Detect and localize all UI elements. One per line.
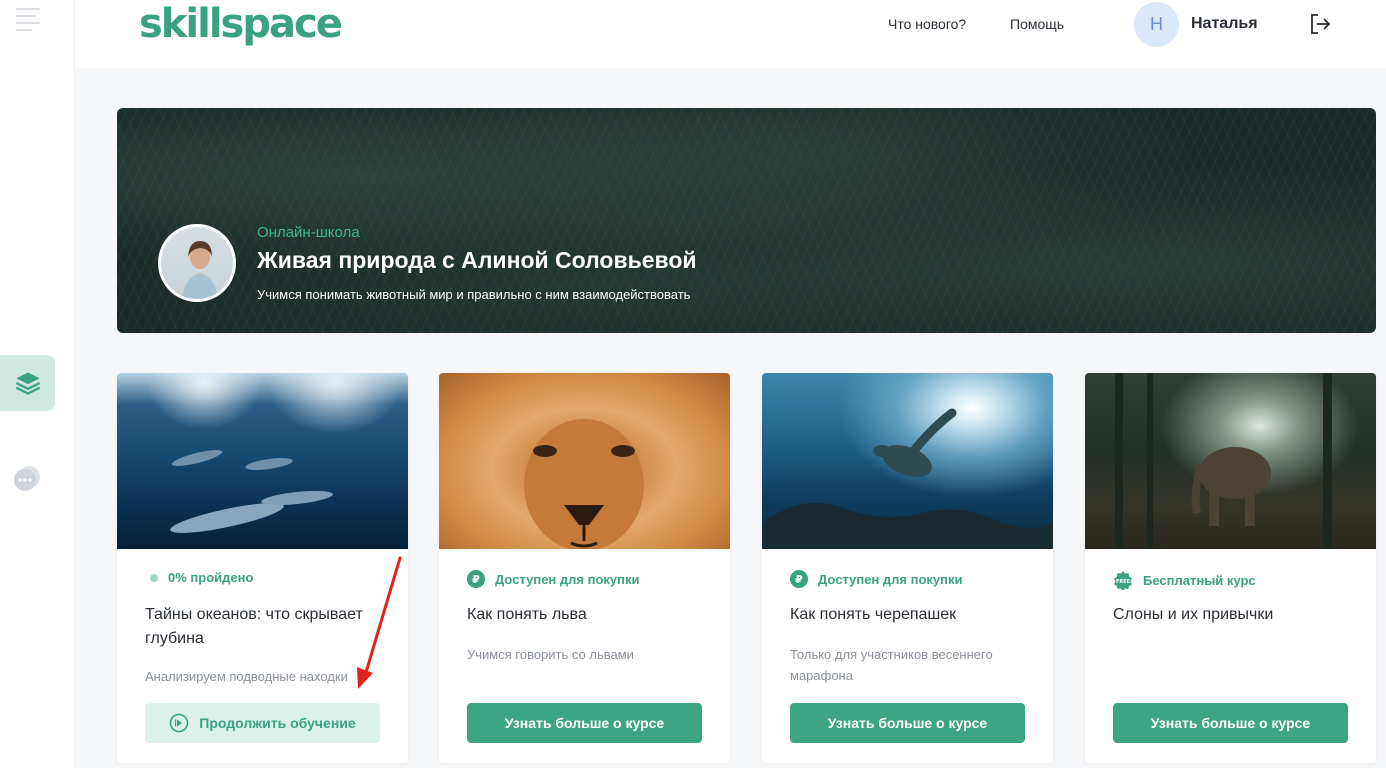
course-card[interactable]: FREE Бесплатный курс Слоны и их привычки…: [1085, 373, 1376, 763]
course-status: FREE Бесплатный курс: [1113, 570, 1256, 590]
courses-nav-button[interactable]: [0, 355, 55, 411]
annotation-arrow: [357, 556, 402, 689]
course-status: 0% пройдено: [145, 570, 253, 585]
left-sidebar: [0, 0, 75, 768]
logo[interactable]: skillspace: [139, 0, 343, 48]
course-image[interactable]: [1085, 373, 1376, 549]
course-title[interactable]: Слоны и их привычки: [1113, 603, 1353, 627]
top-header: skillspace Что нового? Помощь Н Наталья: [75, 0, 1386, 68]
course-card[interactable]: ₽ Доступен для покупки Как понять черепа…: [762, 373, 1053, 763]
svg-text:FREE: FREE: [1116, 579, 1131, 585]
course-description: Только для участников весеннего марафона: [790, 647, 993, 683]
chat-nav-button[interactable]: [12, 464, 42, 494]
school-banner: Онлайн-школа Живая природа с Алиной Соло…: [117, 108, 1376, 333]
course-description: Анализируем подводные находки: [145, 669, 348, 684]
progress-dot: [150, 573, 158, 582]
course-card[interactable]: ₽ Доступен для покупки Как понять льва У…: [439, 373, 730, 763]
school-title: Живая природа с Алиной Соловьевой: [257, 247, 697, 273]
course-title[interactable]: Как понять черепашек: [790, 603, 1030, 627]
play-circle-icon: [169, 713, 189, 733]
learn-more-button[interactable]: Узнать больше о курсе: [1113, 703, 1348, 743]
course-status: ₽ Доступен для покупки: [467, 570, 639, 588]
user-avatar[interactable]: Н: [1134, 2, 1179, 47]
ruble-icon: ₽: [790, 570, 808, 588]
course-title[interactable]: Как понять льва: [467, 603, 707, 627]
help-link[interactable]: Помощь: [1010, 16, 1064, 32]
logout-icon[interactable]: [1308, 12, 1332, 36]
layers-icon: [15, 372, 40, 395]
course-image[interactable]: [762, 373, 1053, 549]
course-title[interactable]: Тайны океанов: что скрывает глубина: [145, 603, 385, 651]
course-image[interactable]: [439, 373, 730, 551]
free-badge-icon: FREE: [1114, 571, 1132, 590]
learn-more-button[interactable]: Узнать больше о курсе: [790, 703, 1025, 743]
school-author-avatar: [158, 224, 236, 302]
course-description: Учимся говорить со львами: [467, 647, 634, 662]
learn-more-button[interactable]: Узнать больше о курсе: [467, 703, 702, 743]
school-subtitle: Учимся понимать животный мир и правильно…: [257, 287, 691, 302]
school-label: Онлайн-школа: [257, 224, 360, 241]
course-image[interactable]: [117, 373, 408, 549]
chat-icon: [14, 466, 40, 491]
menu-icon[interactable]: [16, 8, 40, 31]
user-name[interactable]: Наталья: [1191, 15, 1258, 33]
whats-new-link[interactable]: Что нового?: [888, 16, 966, 32]
course-status: ₽ Доступен для покупки: [790, 570, 962, 588]
ruble-icon: ₽: [467, 570, 485, 588]
continue-learning-button[interactable]: Продолжить обучение: [145, 703, 380, 743]
